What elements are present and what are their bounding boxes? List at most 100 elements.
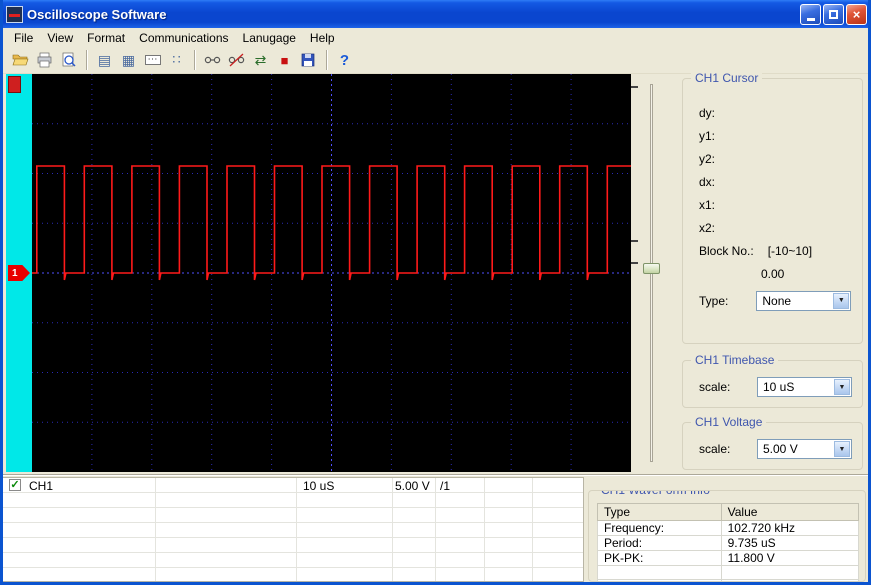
cursor-dx-label: dx: [699, 174, 716, 189]
slider-tick [631, 240, 638, 242]
maximize-button[interactable] [823, 3, 844, 25]
ch1-timebase-group: CH1 Timebase scale: 10 uS ▼ [682, 353, 863, 408]
ch1-voltage-group: CH1 Voltage scale: 5.00 V ▼ [682, 415, 863, 470]
info-row-pkpk: PK-PK: 11.800 V [597, 550, 860, 566]
ch1-waveform-trace [32, 165, 631, 281]
print-preview-button[interactable] [57, 49, 80, 72]
voltage-scale-label: scale: [699, 442, 731, 456]
chevron-down-icon[interactable]: ▼ [834, 441, 850, 457]
channel-list-table: ✓ CH1 10 uS 5.00 V /1 [2, 477, 584, 582]
channel-probe: /1 [440, 479, 451, 493]
trigger-marker[interactable] [8, 76, 21, 93]
ch1-voltage-title: CH1 Voltage [691, 415, 767, 429]
chevron-down-icon[interactable]: ▼ [834, 379, 850, 395]
info-row-period: Period: 9.735 uS [597, 535, 860, 551]
ch1-timebase-title: CH1 Timebase [691, 353, 779, 367]
channel-marker-strip: 1 [6, 74, 32, 472]
minimize-button[interactable] [800, 3, 821, 25]
channel-timebase: 10 uS [303, 479, 335, 493]
info-header-value: Value [720, 503, 860, 521]
print-preview-icon [62, 52, 76, 67]
scope-screen-svg [32, 74, 631, 472]
cursor-toggle-button[interactable]: ⋯ [141, 49, 164, 72]
menu-language[interactable]: Lanugage [236, 30, 303, 46]
connect-icon [204, 56, 221, 64]
waveform-info-table: Type Value Frequency: 102.720 kHz Period… [597, 503, 860, 581]
cursor-type-label: Type: [699, 293, 729, 308]
channel-name: CH1 [29, 479, 54, 493]
grid-toggle-button[interactable]: ▦ [117, 49, 140, 72]
ch1-cursor-title: CH1 Cursor [691, 71, 763, 85]
menu-file[interactable]: File [7, 30, 40, 46]
info-frequency-label: Frequency: [597, 520, 722, 536]
channel-list-button[interactable]: ▤ [93, 49, 116, 72]
snap-points-button[interactable]: ∷ [165, 49, 188, 72]
channel-row-ch1[interactable]: ✓ CH1 10 uS 5.00 V /1 [3, 478, 583, 493]
info-header-type: Type [597, 503, 722, 521]
info-frequency-value: 102.720 kHz [720, 520, 860, 536]
cursor-y1-label: y1: [699, 128, 716, 143]
toolbar: ▤ ▦ ⋯ ∷ ⇄ ■ ? [3, 47, 868, 74]
bottom-separator [0, 474, 871, 476]
disconnect-icon [228, 53, 245, 67]
refresh-button[interactable]: ⇄ [249, 49, 272, 72]
timebase-scale-label: scale: [699, 380, 731, 394]
timebase-scale-select[interactable]: 10 uS ▼ [757, 377, 852, 397]
info-pkpk-label: PK-PK: [597, 550, 722, 566]
block-no-value: 0.00 [761, 266, 785, 281]
chevron-down-icon[interactable]: ▼ [833, 292, 850, 309]
cursor-dots-icon: ⋯ [144, 55, 161, 65]
channel-row-empty [3, 538, 583, 553]
print-button[interactable] [33, 49, 56, 72]
channel-1-marker[interactable]: 1 [8, 265, 30, 281]
info-row-frequency: Frequency: 102.720 kHz [597, 520, 860, 536]
oscilloscope-display: 1 [6, 74, 631, 472]
minimize-icon [806, 17, 815, 21]
ch1-enabled-checkbox[interactable]: ✓ [9, 479, 21, 491]
connect-button[interactable] [201, 49, 224, 72]
menu-help[interactable]: Help [303, 30, 342, 46]
channel-voltage: 5.00 V [395, 479, 430, 493]
voltage-scale-value: 5.00 V [763, 442, 798, 456]
menu-format[interactable]: Format [80, 30, 132, 46]
channel-row-empty [3, 508, 583, 523]
cursor-type-value: None [762, 293, 792, 308]
cursor-type-select[interactable]: None ▼ [756, 290, 852, 311]
menu-view[interactable]: View [40, 30, 80, 46]
open-folder-icon [12, 54, 29, 66]
maximize-icon [829, 9, 838, 19]
channel-row-empty [3, 523, 583, 538]
toolbar-separator [194, 50, 196, 70]
slider-tick [631, 86, 638, 88]
close-button[interactable]: × [846, 3, 867, 25]
waveform-info-title: CH1 WaveForm Info [597, 491, 714, 497]
stop-acquisition-button[interactable]: ■ [273, 49, 296, 72]
slider-tick [631, 262, 638, 264]
info-pkpk-value: 11.800 V [720, 550, 860, 566]
voltage-scale-select[interactable]: 5.00 V ▼ [757, 439, 852, 459]
export-data-button[interactable] [297, 49, 320, 72]
menu-bar: File View Format Communications Lanugage… [3, 28, 868, 47]
cursor-dy-label: dy: [699, 105, 716, 120]
channel-row-empty [3, 568, 583, 581]
toolbar-separator [326, 50, 328, 70]
open-file-button[interactable] [9, 49, 32, 72]
info-period-label: Period: [597, 535, 722, 551]
cursor-fields: dy: y1: y2: dx: x1: x2: Block No.: [-10~… [699, 101, 852, 312]
cursor-y2-label: y2: [699, 151, 716, 166]
vertical-position-slider-thumb[interactable] [643, 263, 660, 274]
menu-communications[interactable]: Communications [132, 30, 235, 46]
channel-row-empty [3, 493, 583, 508]
save-export-icon [301, 53, 315, 67]
cursor-x1-label: x1: [699, 197, 716, 212]
waveform-info-group: CH1 WaveForm Info Type Value Frequency: … [588, 490, 866, 582]
app-icon [6, 5, 23, 23]
block-no-label: Block No.: [699, 243, 754, 258]
printer-icon [37, 52, 52, 68]
help-button[interactable]: ? [333, 49, 356, 72]
info-period-value: 9.735 uS [720, 535, 860, 551]
info-row-empty [597, 579, 860, 581]
disconnect-button[interactable] [225, 49, 248, 72]
info-row-empty [597, 565, 860, 580]
window-title: Oscilloscope Software [27, 6, 167, 22]
